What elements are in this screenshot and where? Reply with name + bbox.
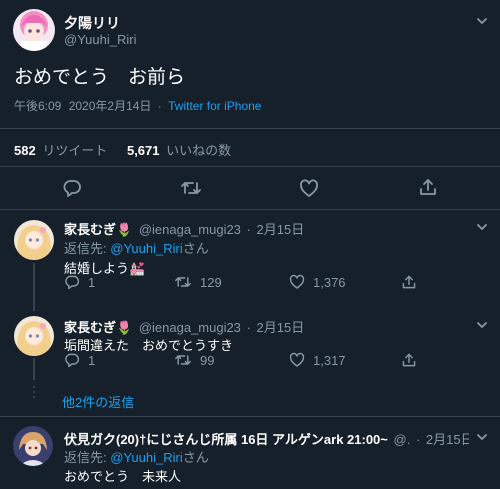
like-icon[interactable] bbox=[289, 352, 305, 368]
reply-to: 返信先: @Yuuhi_Ririさん bbox=[64, 238, 209, 257]
like-icon[interactable] bbox=[289, 274, 305, 290]
chevron-down-icon[interactable] bbox=[475, 318, 489, 332]
tweet-date[interactable]: 2月15日 bbox=[257, 222, 305, 237]
reply-to-handle[interactable]: @Yuuhi_Riri bbox=[110, 241, 182, 256]
thread-line bbox=[33, 358, 35, 380]
retweet-count: 99 bbox=[200, 352, 215, 368]
share-icon[interactable] bbox=[401, 274, 417, 290]
handle[interactable]: @ienaga_mugi23 bbox=[139, 320, 241, 335]
display-name[interactable]: 家長むぎ🌷 bbox=[64, 222, 132, 237]
reply-to-label: 返信先: bbox=[64, 450, 107, 465]
meta-separator: · bbox=[415, 432, 421, 447]
handle[interactable]: @. bbox=[394, 432, 411, 447]
tweet-stats: 582 リツイート 5,671 いいねの数 bbox=[14, 140, 231, 159]
retweet-action[interactable]: 129 bbox=[174, 274, 222, 290]
divider bbox=[0, 128, 500, 129]
reply-count: 1 bbox=[88, 274, 96, 290]
meta-separator: · bbox=[246, 320, 251, 335]
retweet-label[interactable]: リツイート bbox=[42, 143, 107, 158]
tweet-date[interactable]: 2月15日 bbox=[257, 320, 305, 335]
share-icon[interactable] bbox=[418, 177, 438, 197]
retweet-icon[interactable] bbox=[174, 352, 192, 368]
handle[interactable]: @ienaga_mugi23 bbox=[139, 222, 241, 237]
thread-dots bbox=[32, 386, 36, 398]
reply-header: 伏見ガク(20)†にじさんじ所属 16日 アルゲンark 21:00~ @. ·… bbox=[64, 429, 469, 448]
like-count[interactable]: 5,671 bbox=[127, 143, 160, 158]
tweet-text: おめでとう お前ら bbox=[14, 67, 186, 88]
chevron-down-icon[interactable] bbox=[475, 430, 489, 444]
avatar[interactable] bbox=[14, 316, 54, 356]
reply-to-suffix: さん bbox=[182, 450, 209, 465]
reply-to-suffix: さん bbox=[182, 241, 209, 256]
reply-to-handle[interactable]: @Yuuhi_Riri bbox=[110, 450, 182, 465]
tweet-date[interactable]: 2月15日 bbox=[426, 432, 469, 447]
reply-action[interactable]: 1 bbox=[64, 352, 95, 368]
share-action[interactable] bbox=[401, 274, 417, 290]
reply-header: 家長むぎ🌷 @ienaga_mugi23 · 2月15日 bbox=[64, 317, 304, 336]
chevron-down-icon[interactable] bbox=[475, 14, 489, 28]
show-more-replies-link[interactable]: 他2件の返信 bbox=[62, 392, 134, 411]
like-count: 1,376 bbox=[313, 274, 346, 290]
reply-icon[interactable] bbox=[64, 352, 80, 368]
reply-action[interactable]: 1 bbox=[64, 274, 95, 290]
like-icon[interactable] bbox=[299, 179, 319, 198]
tweet-source[interactable]: Twitter for iPhone bbox=[168, 99, 261, 113]
retweet-icon[interactable] bbox=[180, 178, 202, 198]
tweet-date[interactable]: 2020年2月14日 bbox=[69, 99, 152, 113]
reply-icon[interactable] bbox=[64, 274, 80, 290]
reply-to: 返信先: @Yuuhi_Ririさん bbox=[64, 447, 209, 466]
share-icon[interactable] bbox=[401, 352, 417, 368]
like-action[interactable]: 1,317 bbox=[289, 352, 346, 368]
retweet-count[interactable]: 582 bbox=[14, 143, 36, 158]
meta-separator: · bbox=[157, 99, 162, 113]
like-action[interactable]: 1,376 bbox=[289, 274, 346, 290]
avatar[interactable] bbox=[13, 9, 55, 51]
display-name[interactable]: 伏見ガク(20)†にじさんじ所属 16日 アルゲンark 21:00~ bbox=[64, 432, 388, 447]
handle[interactable]: @Yuuhi_Riri bbox=[64, 32, 136, 47]
reply-icon[interactable] bbox=[62, 178, 82, 198]
share-action[interactable] bbox=[401, 352, 417, 368]
like-label[interactable]: いいねの数 bbox=[166, 143, 231, 158]
tweet-meta: 午後6:09 2020年2月14日 · Twitter for iPhone bbox=[14, 97, 261, 114]
display-name[interactable]: 家長むぎ🌷 bbox=[64, 320, 132, 335]
avatar[interactable] bbox=[13, 426, 53, 466]
reply-to-label: 返信先: bbox=[64, 241, 107, 256]
reply-header: 家長むぎ🌷 @ienaga_mugi23 · 2月15日 bbox=[64, 219, 304, 238]
retweet-icon[interactable] bbox=[174, 274, 192, 290]
avatar[interactable] bbox=[14, 220, 54, 260]
divider bbox=[0, 209, 500, 210]
retweet-action[interactable]: 99 bbox=[174, 352, 214, 368]
tweet-text: おめでとう 未来人 bbox=[64, 469, 182, 484]
meta-separator: · bbox=[246, 222, 251, 237]
retweet-count: 129 bbox=[200, 274, 222, 290]
thread-line bbox=[33, 263, 35, 311]
display-name[interactable]: 夕陽リリ bbox=[64, 13, 120, 33]
divider bbox=[0, 166, 500, 167]
reply-count: 1 bbox=[88, 352, 96, 368]
chevron-down-icon[interactable] bbox=[475, 220, 489, 234]
like-count: 1,317 bbox=[313, 352, 346, 368]
tweet-time[interactable]: 午後6:09 bbox=[14, 99, 61, 113]
divider bbox=[0, 416, 500, 417]
